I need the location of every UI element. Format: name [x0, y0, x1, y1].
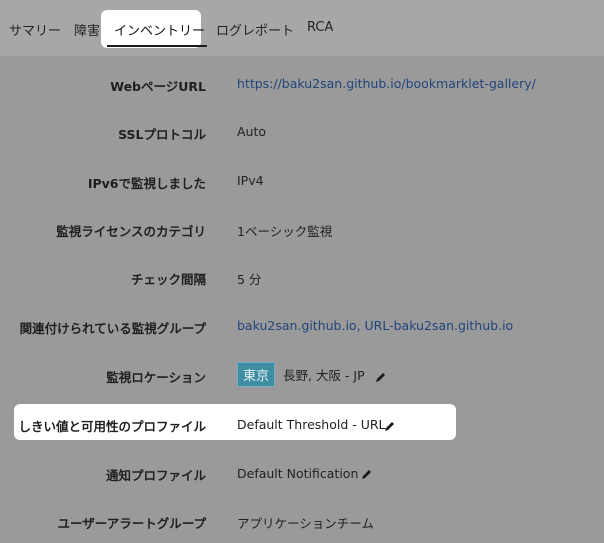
tab-incidents[interactable]: 障害	[74, 20, 100, 39]
row-label-locations: 監視ロケーション	[106, 370, 206, 385]
pencil-icon[interactable]	[384, 417, 396, 431]
pencil-icon[interactable]	[361, 465, 373, 479]
tab-inventory-label: インベントリー	[114, 24, 206, 39]
primary-location-badge: 東京	[237, 362, 276, 387]
tab-inventory[interactable]: インベントリー	[101, 10, 207, 48]
pencil-icon[interactable]	[375, 368, 387, 382]
row-label-notification-profile: 通知プロファイル	[105, 468, 206, 483]
row-label-monitor-groups: 関連付けられている監視グループ	[19, 321, 206, 336]
check-interval-value: 5 分	[237, 272, 262, 287]
user-alert-group-value: アプリケーションチーム	[237, 516, 374, 531]
web-url-link[interactable]: https://baku2san.github.io/bookmarklet-g…	[237, 76, 536, 91]
notification-profile-value: Default Notification	[237, 466, 359, 481]
tab-bar: サマリー 障害 インベントリー ログレポート RCA	[0, 0, 604, 56]
ssl-value: Auto	[237, 124, 267, 139]
row-label-web-url: WebページURL	[110, 79, 206, 94]
secondary-locations: 長野, 大阪 - JP	[283, 368, 365, 383]
tab-summary[interactable]: サマリー	[9, 20, 61, 39]
row-label-ipv6: IPv6で監視しました	[87, 176, 206, 191]
locations-value: 東京 長野, 大阪 - JP	[237, 362, 365, 387]
active-tab-underline	[107, 45, 207, 47]
tab-rca[interactable]: RCA	[307, 20, 333, 35]
ipv6-value: IPv4	[237, 173, 264, 188]
license-category-value: 1ベーシック監視	[237, 224, 333, 239]
threshold-profile-value: Default Threshold - URL	[237, 417, 386, 432]
row-label-threshold-profile: しきい値と可用性のプロファイル	[18, 419, 206, 434]
row-label-ssl: SSLプロトコル	[118, 127, 206, 142]
monitor-groups-links[interactable]: baku2san.github.io, URL-baku2san.github.…	[237, 318, 513, 333]
row-label-license-category: 監視ライセンスのカテゴリ	[56, 224, 206, 239]
row-label-check-interval: チェック間隔	[130, 272, 206, 287]
row-label-user-alert-group: ユーザーアラートグループ	[57, 516, 206, 531]
tab-log-report[interactable]: ログレポート	[216, 20, 294, 39]
